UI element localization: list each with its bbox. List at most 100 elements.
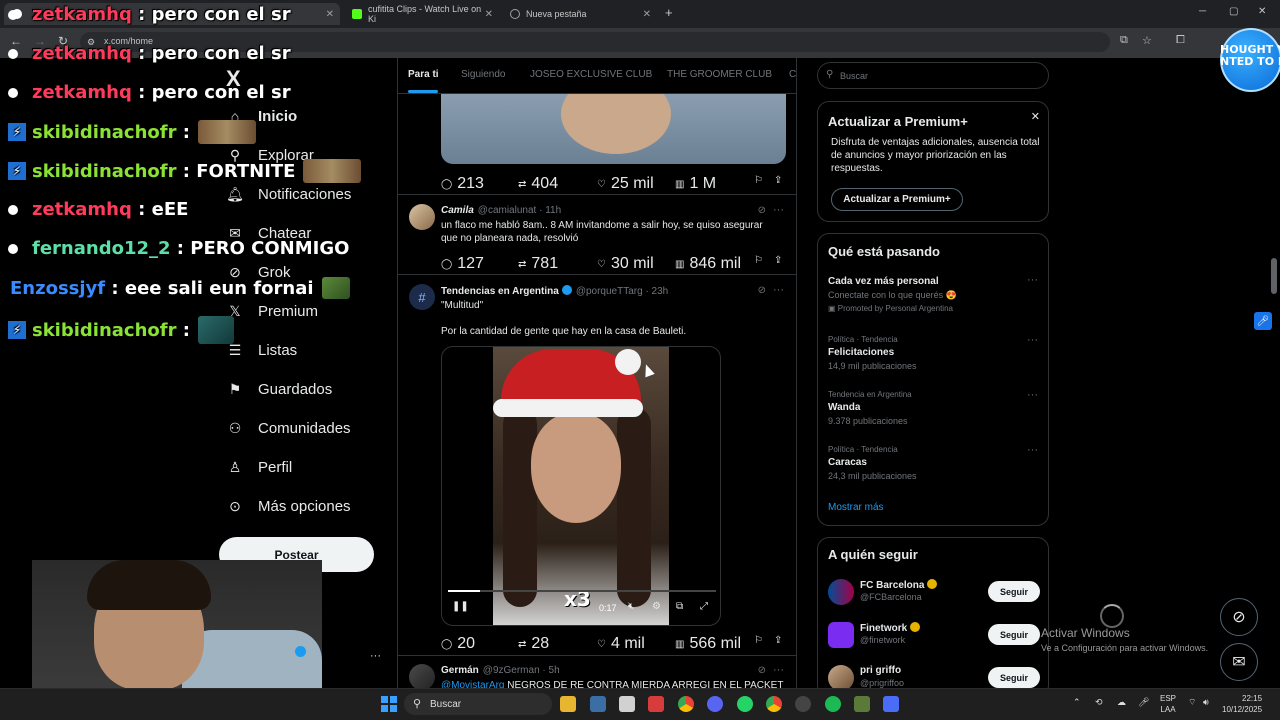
search-input[interactable]: Buscar [840,71,868,81]
sidebar-item-listas[interactable]: ☰ Listas [226,341,297,359]
mention-link[interactable]: @MovistarArg [441,680,505,688]
grok-float-button[interactable]: ⊘ [1220,598,1258,636]
share-action[interactable]: ⇪ [774,635,787,646]
bookmark-action[interactable]: ⚐ [754,635,768,646]
close-tab-icon[interactable]: ✕ [643,9,651,20]
popout-icon[interactable]: ⧉ [676,601,683,612]
author-name[interactable]: Tendencias en Argentina [441,286,559,297]
tab-more[interactable]: C [789,69,796,80]
maximize-icon[interactable]: ▢ [1229,6,1238,17]
avatar[interactable] [409,664,435,688]
discord-icon[interactable] [707,696,723,712]
mic-icon[interactable]: 🎤︎ [1254,312,1272,330]
close-tab-icon[interactable]: ✕ [326,9,334,20]
mute-icon[interactable]: 🔇︎ [628,601,634,612]
bookmark-star-icon[interactable]: ☆ [1142,34,1152,47]
follow-item[interactable]: Finetwork @finetwork Seguir [828,620,1040,650]
post-media-image[interactable] [441,94,786,164]
new-tab-button[interactable]: + [665,5,673,20]
windows-start-button[interactable] [381,696,397,712]
video-progress[interactable] [448,590,716,592]
reply-action[interactable]: ◯ 213 [441,175,484,193]
trend-item[interactable]: Política · Tendencia Caracas 24,3 mil pu… [828,445,1038,481]
grok-icon[interactable]: ⊘ [758,205,766,216]
hashtag-avatar[interactable]: # [409,284,435,310]
file-explorer-icon[interactable] [560,696,576,712]
show-more-link[interactable]: Mostrar más [828,502,884,513]
premium-upgrade-button[interactable]: Actualizar a Premium+ [831,188,963,211]
window-close-icon[interactable]: ✕ [1258,6,1266,17]
sidebar-item-notificaciones[interactable]: 🔔︎ Notificaciones [226,185,351,203]
spotify-icon[interactable] [825,696,841,712]
tray-app-icon[interactable]: ⟲ [1095,697,1103,708]
sidebar-item-perfil[interactable]: ♙ Perfil [226,458,292,476]
chrome-icon[interactable] [678,696,694,712]
grok-icon[interactable]: ⊘ [758,665,766,676]
tab-joseo-club[interactable]: JOSEO EXCLUSIVE CLUB [530,69,652,80]
taskbar-search[interactable] [404,693,552,715]
bookmark-action[interactable]: ⚐ [754,175,768,186]
avatar[interactable] [828,579,854,605]
sidebar-item-guardados[interactable]: ⚑ Guardados [226,380,333,398]
system-clock[interactable]: 22:15 10/12/2025 [1222,693,1262,715]
author-handle[interactable]: @porqueTTarg · 23h [576,286,668,297]
grok-icon[interactable]: ⊘ [758,285,766,296]
browser-tab-kick[interactable]: cufitita Clips - Watch Live on Ki ✕ [344,3,499,25]
close-tab-icon[interactable]: ✕ [485,9,493,20]
taskbar-app-icon[interactable] [648,696,664,712]
share-action[interactable]: ⇪ [774,255,787,266]
messages-float-button[interactable]: ✉ [1220,643,1258,681]
sidebar-item-comunidades[interactable]: ⚇ Comunidades [226,419,351,437]
reply-action[interactable]: ◯ 127 [441,255,484,273]
taskbar-app-icon[interactable] [883,696,899,712]
tab-para-ti[interactable]: Para ti [408,69,439,80]
tray-app-icon[interactable]: ☁ [1117,697,1126,708]
views-action[interactable]: ▥ 846 mil [675,255,741,273]
repost-action[interactable]: ⇄ 404 [518,175,558,193]
cast-icon[interactable]: ⧉ [1120,34,1128,47]
follow-item[interactable]: FC Barcelona @FCBarcelona Seguir [828,577,1040,607]
trend-item[interactable]: Tendencia en Argentina Wanda 9.378 publi… [828,390,1038,426]
like-action[interactable]: ♡ 25 mil [597,175,654,193]
volume-icon[interactable]: 🔊︎ [1203,697,1209,708]
whatsapp-icon[interactable] [737,696,753,712]
avatar[interactable] [828,622,854,648]
reply-action[interactable]: ◯ 20 [441,635,475,653]
trend-item[interactable]: Cada vez más personal Conectate con lo q… [828,276,1038,313]
more-icon[interactable]: ··· [1027,334,1038,346]
more-icon[interactable]: ··· [1027,274,1038,286]
views-action[interactable]: ▥ 1 M [675,175,716,193]
like-action[interactable]: ♡ 30 mil [597,255,654,273]
follow-button[interactable]: Seguir [988,667,1040,688]
taskbar-app-icon[interactable] [590,696,606,712]
author-name[interactable]: Camila [441,205,474,216]
more-icon[interactable]: ··· [773,284,784,296]
sidebar-item-mas-opciones[interactable]: ⊙ Más opciones [226,497,350,515]
tab-groomer-club[interactable]: THE GROOMER CLUB [667,69,772,80]
pause-icon[interactable]: ❚❚ [452,601,469,612]
share-action[interactable]: ⇪ [774,175,787,186]
views-action[interactable]: ▥ 566 mil [675,635,741,653]
follow-button[interactable]: Seguir [988,624,1040,645]
more-icon[interactable]: ··· [1027,444,1038,456]
language-indicator[interactable]: ESP LAA [1160,693,1176,715]
taskbar-app-icon[interactable] [619,696,635,712]
tray-chevron-icon[interactable]: ⌃ [1073,697,1081,708]
fullscreen-icon[interactable]: ⤢ [700,601,708,612]
repost-action[interactable]: ⇄ 28 [518,635,549,653]
more-icon[interactable]: ··· [370,650,381,662]
more-icon[interactable]: ··· [773,664,784,676]
author-handle[interactable]: @camialunat · 11h [478,205,561,216]
repost-action[interactable]: ⇄ 781 [518,255,558,273]
avatar[interactable] [409,204,435,230]
chrome-icon[interactable] [766,696,782,712]
minimize-icon[interactable]: ─ [1199,6,1206,17]
like-action[interactable]: ♡ 4 mil [597,635,645,653]
taskbar-search-label[interactable]: Buscar [430,699,461,710]
settings-icon[interactable]: ⚙ [652,601,661,612]
page-scrollbar[interactable] [1271,258,1277,294]
close-icon[interactable]: ✕ [1031,110,1040,123]
author-handle[interactable]: @9zGerman · 5h [483,665,560,676]
extensions-icon[interactable]: ⧠ [1176,34,1185,47]
bookmark-action[interactable]: ⚐ [754,255,768,266]
